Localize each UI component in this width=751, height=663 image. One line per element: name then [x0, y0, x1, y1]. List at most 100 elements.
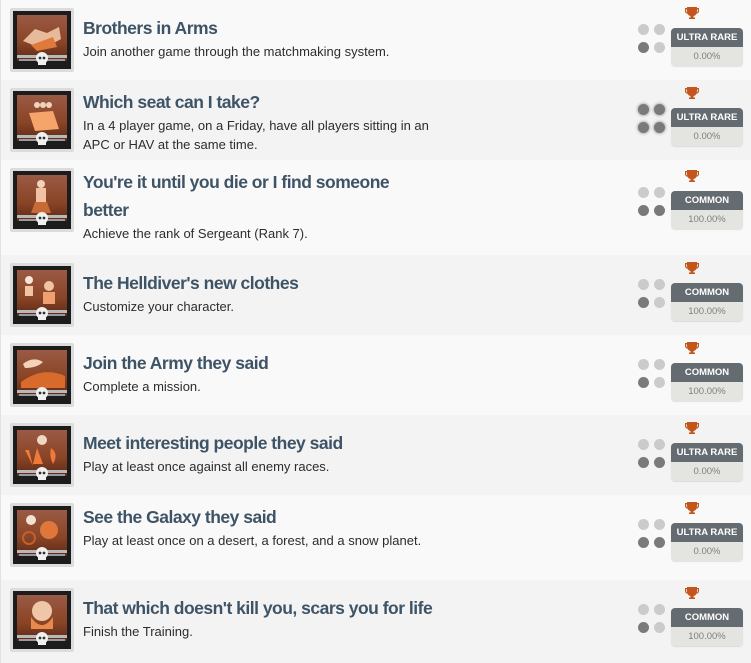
scarred-face-icon	[13, 591, 71, 649]
achievement-icon-frame	[10, 88, 74, 152]
unlock-percentage: 100.00%	[671, 210, 743, 229]
progress-dot-filled	[638, 41, 649, 53]
unlock-percentage: 100.00%	[671, 382, 743, 401]
progress-dot-filled	[638, 104, 649, 115]
achievement-description: Customize your character.	[83, 299, 235, 314]
progress-dot-empty	[654, 519, 665, 530]
trophy-icon	[685, 7, 699, 19]
progress-dot-filled	[638, 621, 649, 633]
achievement-description: Achieve the rank of Sergeant (Rank 7).	[83, 226, 308, 241]
progress-dot-filled	[638, 456, 649, 468]
trophy-icon	[685, 587, 699, 599]
progress-dots	[638, 104, 668, 134]
achievement-icon-frame	[10, 168, 74, 232]
progress-dot-empty	[654, 621, 665, 633]
progress-dot-empty	[638, 279, 649, 290]
progress-dots	[638, 24, 668, 54]
rarity-label: COMMON	[671, 608, 743, 627]
unlock-percentage: 100.00%	[671, 627, 743, 646]
progress-dot-empty	[638, 604, 649, 615]
progress-dot-empty	[638, 439, 649, 450]
progress-dots	[638, 439, 668, 469]
trophy-icon	[685, 422, 699, 434]
achievement-row-2[interactable]: Which seat can I take? In a 4 player gam…	[0, 80, 751, 160]
achievement-row-3[interactable]: You're it until you die or I find someon…	[0, 160, 751, 255]
achievement-icon-frame	[10, 343, 74, 407]
rarity-badge: ULTRA RARE 0.00%	[671, 28, 743, 66]
rarity-badge: COMMON 100.00%	[671, 283, 743, 321]
rarity-label: COMMON	[671, 283, 743, 302]
trophy-icon	[685, 262, 699, 274]
customize-clothes-icon	[13, 266, 71, 324]
progress-dots	[638, 279, 668, 309]
achievement-description: Join another game through the matchmakin…	[83, 44, 390, 59]
vehicle-seat-icon	[13, 91, 71, 149]
trophy-icon	[685, 170, 699, 182]
achievement-icon-frame	[10, 263, 74, 327]
rarity-label: ULTRA RARE	[671, 108, 743, 127]
progress-dot-empty	[654, 359, 665, 370]
unlock-percentage: 100.00%	[671, 302, 743, 321]
rarity-label: COMMON	[671, 363, 743, 382]
progress-dots	[638, 604, 668, 634]
progress-dot-empty	[638, 359, 649, 370]
unlock-percentage: 0.00%	[671, 47, 743, 66]
progress-dot-empty	[654, 279, 665, 290]
progress-dot-empty	[654, 187, 665, 198]
achievement-description: Play at least once against all enemy rac…	[83, 459, 330, 474]
progress-dot-empty	[654, 604, 665, 615]
unlock-percentage: 0.00%	[671, 127, 743, 146]
achievement-row-7[interactable]: See the Galaxy they said Play at least o…	[0, 495, 751, 580]
achievement-icon-frame	[10, 423, 74, 487]
achievement-row-5[interactable]: Join the Army they said Complete a missi…	[0, 335, 751, 415]
progress-dot-filled	[654, 104, 665, 115]
soldier-rank-icon	[13, 171, 71, 229]
progress-dots	[638, 519, 668, 549]
unlock-percentage: 0.00%	[671, 462, 743, 481]
progress-dot-empty	[654, 41, 665, 53]
dropship-icon	[13, 346, 71, 404]
progress-dots	[638, 187, 668, 217]
enemy-races-icon	[13, 426, 71, 484]
rarity-label: ULTRA RARE	[671, 28, 743, 47]
achievement-description: Play at least once on a desert, a forest…	[83, 533, 422, 548]
achievement-title: You're it until you die or I find someon…	[83, 172, 390, 220]
unlock-percentage: 0.00%	[671, 542, 743, 561]
rarity-label: ULTRA RARE	[671, 523, 743, 542]
achievement-description: Complete a mission.	[83, 379, 201, 394]
progress-dot-filled	[654, 121, 665, 133]
rarity-badge: COMMON 100.00%	[671, 608, 743, 646]
rarity-label: COMMON	[671, 191, 743, 210]
achievement-row-1[interactable]: Brothers in Arms Join another game throu…	[0, 0, 751, 80]
progress-dot-empty	[654, 24, 665, 35]
trophy-icon	[685, 87, 699, 99]
progress-dot-empty	[654, 439, 665, 450]
planets-icon	[13, 506, 71, 564]
achievement-icon-frame	[10, 503, 74, 567]
progress-dot-filled	[638, 536, 649, 548]
progress-dots	[638, 359, 668, 389]
progress-dot-empty	[638, 519, 649, 530]
rarity-badge: COMMON 100.00%	[671, 363, 743, 401]
achievement-row-8[interactable]: That which doesn't kill you, scars you f…	[0, 580, 751, 663]
rarity-badge: COMMON 100.00%	[671, 191, 743, 229]
progress-dot-filled	[638, 296, 649, 308]
achievement-icon-frame	[10, 8, 74, 72]
trophy-icon	[685, 502, 699, 514]
progress-dot-empty	[638, 24, 649, 35]
progress-dot-empty	[638, 187, 649, 198]
progress-dot-filled	[654, 204, 665, 216]
handshake-icon	[13, 11, 71, 69]
rarity-badge: ULTRA RARE 0.00%	[671, 523, 743, 561]
progress-dot-filled	[638, 204, 649, 216]
progress-dot-empty	[654, 296, 665, 308]
achievement-row-4[interactable]: The Helldiver's new clothes Customize yo…	[0, 255, 751, 335]
achievement-row-6[interactable]: Meet interesting people they said Play a…	[0, 415, 751, 495]
rarity-badge: ULTRA RARE 0.00%	[671, 108, 743, 146]
trophy-icon	[685, 342, 699, 354]
achievement-description: In a 4 player game, on a Friday, have al…	[83, 118, 429, 152]
progress-dot-filled	[638, 121, 649, 133]
progress-dot-filled	[654, 536, 665, 548]
progress-dot-empty	[654, 376, 665, 388]
achievement-description: Finish the Training.	[83, 624, 193, 639]
